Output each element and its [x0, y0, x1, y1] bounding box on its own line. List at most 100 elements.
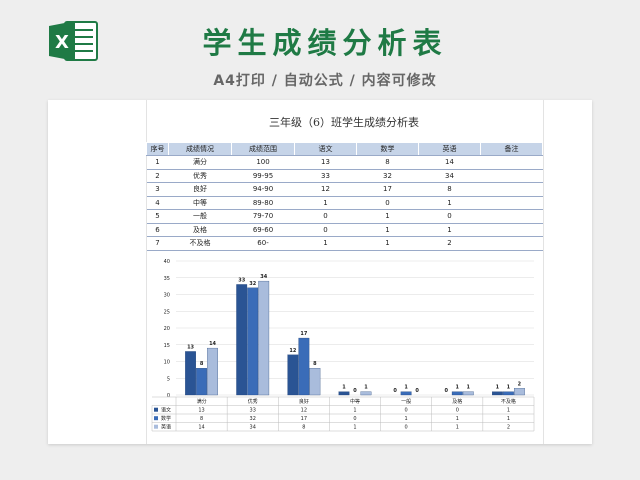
x-tick-label: 不及格	[501, 398, 516, 405]
data-label: 13	[187, 344, 194, 350]
x-tick-label: 优秀	[248, 398, 258, 405]
table-cell[interactable]: 89-80	[231, 196, 295, 210]
y-tick-label: 35	[164, 276, 170, 282]
spreadsheet-preview: 三年级（6）班学生成绩分析表 序号 成绩情况 成绩范围 语文 数学 英语 备注 …	[48, 100, 592, 444]
table-cell[interactable]: 8	[356, 155, 419, 170]
table-cell[interactable]: 中等	[168, 196, 232, 210]
bar-英语	[258, 280, 270, 396]
table-cell[interactable]: 99-95	[231, 169, 295, 183]
table-cell[interactable]: 1	[418, 223, 481, 237]
column-header: 成绩情况	[168, 142, 232, 156]
table-cell[interactable]: 满分	[168, 155, 232, 170]
table-cell[interactable]: 33	[294, 169, 357, 183]
table-cell[interactable]	[480, 169, 543, 183]
table-cell[interactable]: 及格	[168, 223, 232, 237]
data-label: 1	[496, 385, 500, 391]
table-cell[interactable]	[480, 223, 543, 237]
table-cell[interactable]: 1	[356, 209, 419, 224]
bar-数学	[451, 391, 463, 396]
table-cell[interactable]: 94-90	[231, 182, 295, 197]
table-cell[interactable]: 12	[294, 182, 357, 197]
table-cell[interactable]: 4	[146, 196, 169, 210]
table-value: 34	[250, 425, 256, 431]
table-cell[interactable]: 5	[146, 209, 169, 224]
excel-logo-icon: X	[45, 18, 101, 64]
table-cell[interactable]: 13	[294, 155, 357, 170]
table-cell[interactable]: 0	[356, 196, 419, 210]
bar-语文	[492, 391, 503, 396]
data-label: 0	[393, 388, 397, 394]
column-header: 成绩范围	[231, 142, 295, 156]
score-table: 序号 成绩情况 成绩范围 语文 数学 英语 备注 1 满分 100 13 8 14 2 优秀 9…	[146, 142, 543, 251]
table-cell[interactable]: 1	[356, 236, 419, 251]
table-value: 0	[456, 408, 459, 414]
bar-语文	[338, 391, 350, 396]
y-tick-label: 25	[164, 309, 170, 315]
bar-语文	[185, 351, 196, 396]
legend-label: 语文	[161, 407, 171, 414]
table-cell[interactable]: 不及格	[168, 236, 232, 251]
data-label: 33	[238, 277, 245, 283]
table-cell[interactable]: 60-	[231, 236, 295, 251]
column-header: 数学	[356, 142, 419, 156]
table-cell[interactable]	[480, 155, 543, 170]
bar-英语	[309, 368, 321, 396]
table-value: 33	[250, 408, 256, 414]
table-cell[interactable]	[480, 196, 543, 210]
bar-英语	[360, 391, 372, 396]
table-cell[interactable]: 14	[418, 155, 481, 170]
table-cell[interactable]: 100	[231, 155, 295, 170]
table-header-row: 序号 成绩情况 成绩范围 语文 数学 英语 备注	[146, 142, 543, 156]
table-cell[interactable]	[480, 182, 543, 197]
table-cell[interactable]: 1	[356, 223, 419, 237]
table-value: 1	[456, 425, 459, 431]
table-cell[interactable]: 1	[418, 196, 481, 210]
svg-text:X: X	[55, 32, 69, 53]
table-cell[interactable]	[480, 209, 543, 224]
table-cell[interactable]: 34	[418, 169, 481, 183]
table-cell[interactable]: 1	[294, 196, 357, 210]
table-value: 32	[250, 416, 256, 422]
table-cell[interactable]: 2	[146, 169, 169, 183]
bar-chart-svg: 05101520253035401381433323412178101010 01…	[151, 259, 535, 432]
data-label: 1	[507, 385, 511, 391]
table-cell[interactable]: 32	[356, 169, 419, 183]
table-row: 4 中等 89-80 1 0 1	[146, 196, 543, 210]
table-cell[interactable]: 1	[146, 155, 169, 170]
table-cell[interactable]: 0	[418, 209, 481, 224]
table-cell[interactable]: 0	[294, 209, 357, 224]
table-value: 8	[302, 425, 305, 431]
table-value: 1	[405, 416, 408, 422]
column-header: 语文	[294, 142, 357, 156]
table-cell[interactable]: 3	[146, 182, 169, 197]
data-label: 8	[200, 361, 204, 367]
bar-数学	[247, 287, 259, 396]
table-value: 13	[198, 408, 204, 414]
table-value: 12	[301, 408, 307, 414]
table-cell[interactable]: 0	[294, 223, 357, 237]
data-label: 1	[404, 385, 408, 391]
data-label: 0	[415, 388, 419, 394]
table-cell[interactable]: 一般	[168, 209, 232, 224]
x-tick-label: 良好	[299, 398, 309, 405]
data-label: 14	[209, 341, 216, 347]
table-cell[interactable]: 优秀	[168, 169, 232, 183]
table-cell[interactable]: 79-70	[231, 209, 295, 224]
data-label: 12	[289, 348, 296, 354]
table-cell[interactable]: 6	[146, 223, 169, 237]
y-tick-label: 10	[164, 360, 170, 366]
table-cell[interactable]: 1	[294, 236, 357, 251]
table-value: 14	[198, 425, 204, 431]
table-cell[interactable]: 7	[146, 236, 169, 251]
table-value: 17	[301, 416, 307, 422]
table-cell[interactable]	[480, 236, 543, 251]
bar-语文	[236, 284, 248, 396]
table-value: 2	[507, 425, 510, 431]
x-tick-label: 满分	[197, 398, 207, 405]
table-cell[interactable]: 2	[418, 236, 481, 251]
table-cell[interactable]: 69-60	[231, 223, 295, 237]
table-cell[interactable]: 8	[418, 182, 481, 197]
table-cell[interactable]: 17	[356, 182, 419, 197]
table-cell[interactable]: 良好	[168, 182, 232, 197]
table-row: 7 不及格 60- 1 1 2	[146, 236, 543, 251]
